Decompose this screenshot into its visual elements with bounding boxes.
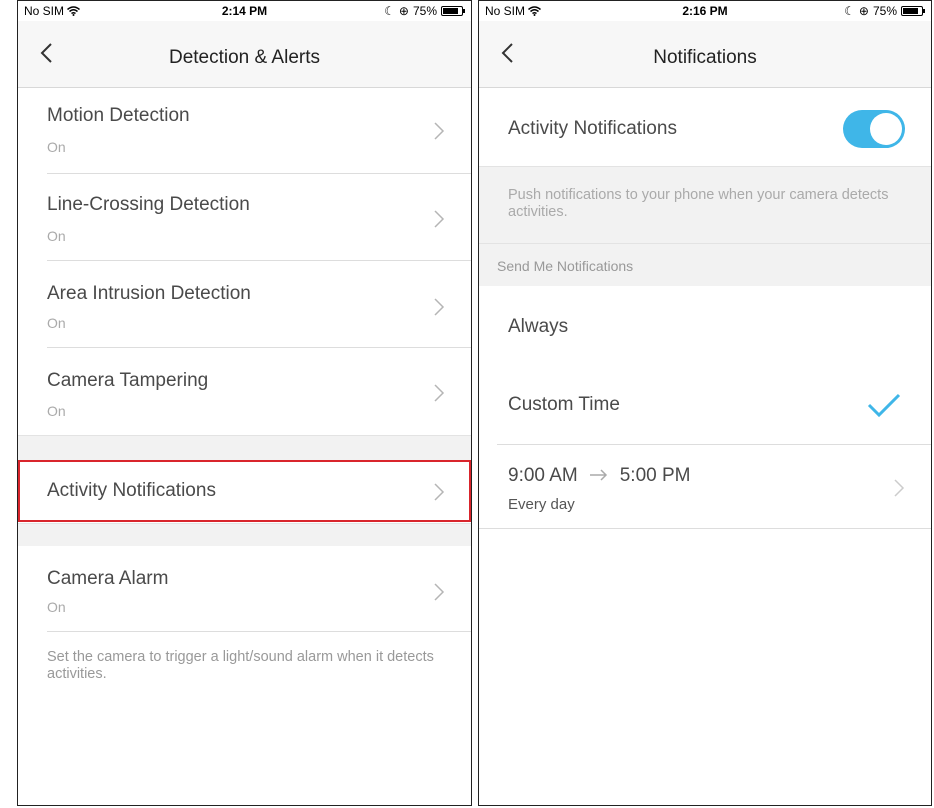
nav-bar: Detection & Alerts (18, 21, 471, 88)
item-title: Area Intrusion Detection (47, 283, 251, 304)
option-label: Custom Time (508, 394, 620, 415)
activity-notifications-row: Activity Notifications (479, 88, 931, 166)
start-time: 9:00 AM (508, 465, 578, 486)
moon-icon: ☾ (384, 4, 395, 18)
section-header: Send Me Notifications (497, 258, 634, 274)
notifications-screen: No SIM 2:16 PM ☾ ⊕ 75% Notifications Act… (478, 0, 932, 806)
end-time: 5:00 PM (619, 465, 691, 486)
toggle-description: Push notifications to your phone when yo… (508, 187, 889, 220)
item-title: Motion Detection (47, 105, 190, 126)
page-title: Notifications (653, 47, 757, 68)
chevron-right-icon (433, 297, 445, 317)
option-label: Always (508, 316, 569, 337)
section-gap (18, 523, 471, 547)
chevron-right-icon (893, 478, 905, 498)
item-value: On (47, 228, 66, 244)
schedule-row[interactable]: 9:00 AM 5:00 PM Every day (479, 445, 931, 529)
orientation-lock-icon: ⊕ (398, 4, 409, 18)
description-area: Push notifications to your phone when yo… (479, 166, 931, 244)
item-value: On (47, 139, 66, 155)
toggle-label: Activity Notifications (508, 118, 677, 139)
battery-percent: 75% (412, 4, 437, 18)
arrow-right-icon (589, 465, 608, 487)
moon-icon: ☾ (844, 4, 855, 18)
highlight-box (18, 460, 471, 522)
option-custom-time[interactable]: Custom Time (479, 364, 931, 445)
status-bar: No SIM 2:14 PM ☾ ⊕ 75% (18, 1, 471, 21)
list-item-area-intrusion[interactable]: Area Intrusion Detection On (18, 261, 471, 348)
item-value: On (47, 599, 66, 615)
item-title: Camera Alarm (47, 568, 169, 589)
list-item-camera-alarm[interactable]: Camera Alarm On (18, 546, 471, 632)
status-bar: No SIM 2:16 PM ☾ ⊕ 75% (479, 1, 931, 21)
list-item-line-crossing[interactable]: Line-Crossing Detection On (18, 174, 471, 261)
battery-icon (441, 6, 465, 16)
section-header-area: Send Me Notifications (479, 243, 931, 287)
item-value: On (47, 403, 66, 419)
section-gap (18, 435, 471, 461)
orientation-lock-icon: ⊕ (858, 4, 869, 18)
alarm-description: Set the camera to trigger a light/sound … (47, 649, 434, 682)
screenshot: No SIM 2:14 PM ☾ ⊕ 75% Detection & Alert… (0, 0, 934, 808)
battery-icon (901, 6, 925, 16)
nav-bar: Notifications (479, 21, 931, 88)
checkmark-icon (867, 392, 901, 423)
item-value: On (47, 315, 66, 331)
activity-notifications-toggle[interactable] (843, 110, 905, 148)
divider (47, 631, 471, 632)
item-title: Camera Tampering (47, 370, 209, 391)
item-title: Line-Crossing Detection (47, 194, 250, 215)
list-item-camera-tampering[interactable]: Camera Tampering On (18, 348, 471, 435)
detection-alerts-screen: No SIM 2:14 PM ☾ ⊕ 75% Detection & Alert… (17, 0, 472, 806)
chevron-right-icon (433, 383, 445, 403)
chevron-right-icon (433, 582, 445, 602)
chevron-right-icon (433, 209, 445, 229)
repeat-label: Every day (508, 496, 575, 513)
battery-percent: 75% (872, 4, 897, 18)
list-item-motion-detection[interactable]: Motion Detection On (18, 88, 471, 174)
chevron-right-icon (433, 121, 445, 141)
option-always[interactable]: Always (479, 286, 931, 364)
page-title: Detection & Alerts (168, 47, 321, 68)
